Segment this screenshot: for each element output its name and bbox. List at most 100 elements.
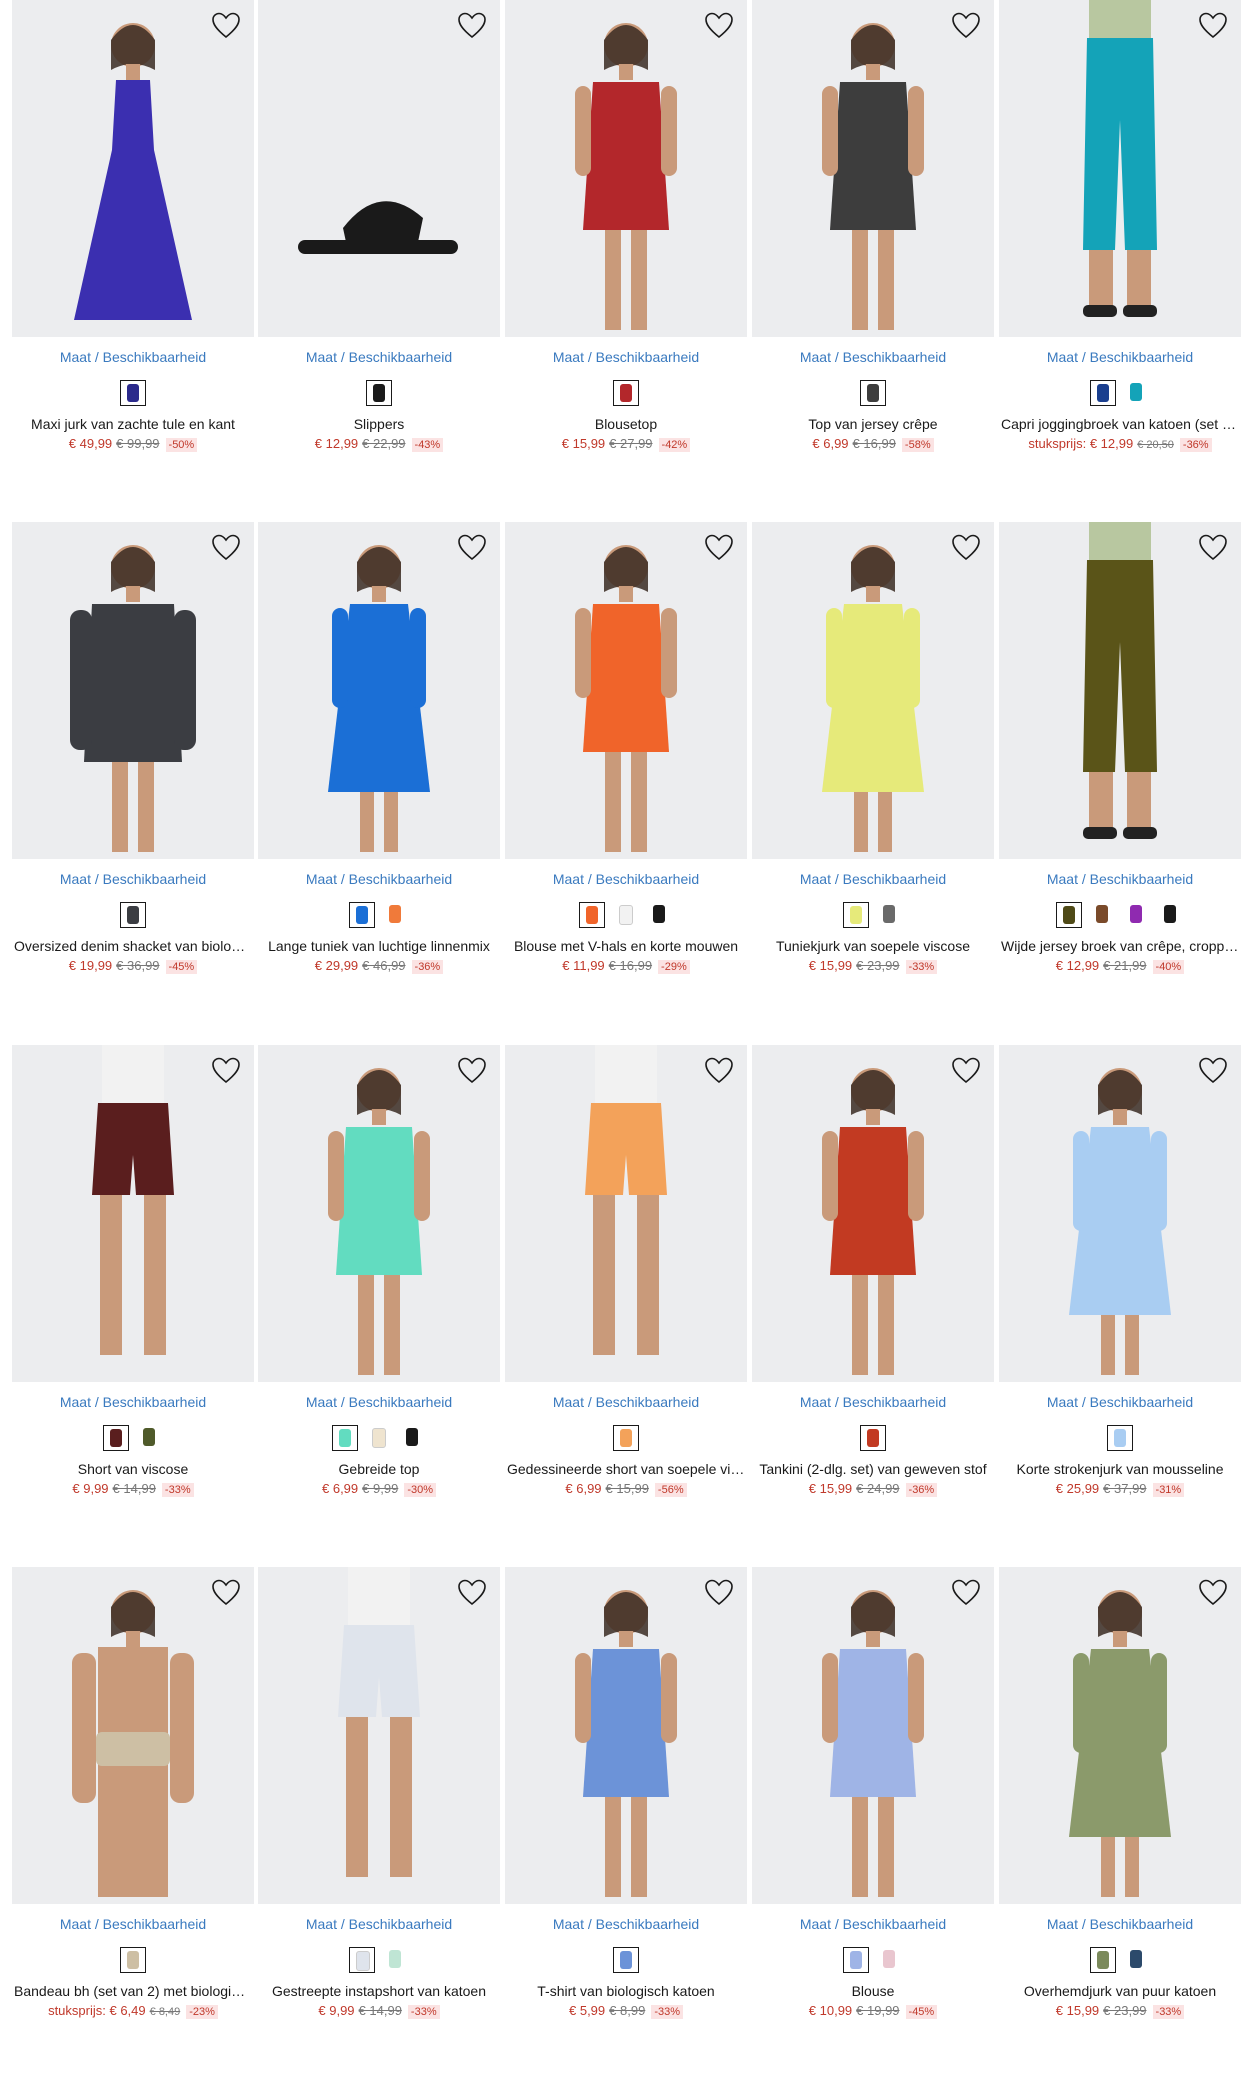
product-card[interactable]: Maat / Beschikbaarheid Blouse € 10,99 € 19,… [752,1567,994,2019]
product-card[interactable]: Maat / Beschikbaarheid T-shirt van biolog… [505,1567,747,2019]
wishlist-heart-icon[interactable] [703,532,735,562]
size-availability-link[interactable]: Maat / Beschikbaarheid [12,1916,254,1932]
product-card[interactable]: Maat / Beschikbaarheid Slippers € 12,99 € 2… [258,0,500,452]
product-image[interactable] [258,0,500,337]
color-swatch[interactable] [349,902,375,928]
product-name[interactable]: Overhemdjurk van puur katoen [999,1983,1241,2000]
color-swatch[interactable] [383,1947,409,1973]
product-card[interactable]: Maat / Beschikbaarheid Maxi jurk van zach… [12,0,254,452]
product-image[interactable] [505,522,747,859]
product-name[interactable]: Blouse [752,1983,994,2000]
color-swatch[interactable] [1124,380,1150,406]
size-availability-link[interactable]: Maat / Beschikbaarheid [752,871,994,887]
product-card[interactable]: Maat / Beschikbaarheid Bandeau bh (set va… [12,1567,254,2020]
color-swatch[interactable] [1124,902,1150,928]
color-swatch[interactable] [877,1947,903,1973]
size-availability-link[interactable]: Maat / Beschikbaarheid [12,871,254,887]
color-swatch[interactable] [1090,1947,1116,1973]
product-name[interactable]: Lange tuniek van luchtige linnenmix [258,938,500,955]
wishlist-heart-icon[interactable] [1197,532,1229,562]
color-swatch[interactable] [383,902,409,928]
color-swatch[interactable] [877,902,903,928]
product-image[interactable] [258,1567,500,1904]
wishlist-heart-icon[interactable] [950,1577,982,1607]
color-swatch[interactable] [349,1947,375,1973]
product-name[interactable]: Gedessineerde short van soepele viscose [505,1461,747,1478]
product-name[interactable]: Wijde jersey broek van crêpe, cropped [999,938,1241,955]
product-image[interactable] [752,0,994,337]
size-availability-link[interactable]: Maat / Beschikbaarheid [752,1916,994,1932]
wishlist-heart-icon[interactable] [1197,1055,1229,1085]
color-swatch[interactable] [843,902,869,928]
product-card[interactable]: Maat / Beschikbaarheid Lange tuniek van l… [258,522,500,974]
wishlist-heart-icon[interactable] [456,10,488,40]
product-image[interactable] [999,1567,1241,1904]
color-swatch[interactable] [860,380,886,406]
product-image[interactable] [258,522,500,859]
color-swatch[interactable] [1090,902,1116,928]
product-image[interactable] [505,0,747,337]
product-name[interactable]: Gebreide top [258,1461,500,1478]
size-availability-link[interactable]: Maat / Beschikbaarheid [999,349,1241,365]
color-swatch[interactable] [103,1425,129,1451]
color-swatch[interactable] [120,380,146,406]
color-swatch[interactable] [613,902,639,928]
color-swatch[interactable] [1090,380,1116,406]
wishlist-heart-icon[interactable] [456,1055,488,1085]
product-image[interactable] [12,1567,254,1904]
product-card[interactable]: Maat / Beschikbaarheid Gedessineerde shor… [505,1045,747,1497]
color-swatch[interactable] [400,1425,426,1451]
product-name[interactable]: Slippers [258,416,500,433]
product-image[interactable] [12,0,254,337]
product-name[interactable]: T-shirt van biologisch katoen [505,1983,747,2000]
product-card[interactable]: Maat / Beschikbaarheid Tuniekjurk van soe… [752,522,994,974]
product-card[interactable]: Maat / Beschikbaarheid Korte strokenjurk … [999,1045,1241,1497]
color-swatch[interactable] [1107,1425,1133,1451]
wishlist-heart-icon[interactable] [950,1055,982,1085]
color-swatch[interactable] [613,1947,639,1973]
product-image[interactable] [505,1045,747,1382]
color-swatch[interactable] [613,1425,639,1451]
product-name[interactable]: Oversized denim shacket van biologisch k… [12,938,254,955]
product-image[interactable] [999,0,1241,337]
wishlist-heart-icon[interactable] [210,532,242,562]
product-name[interactable]: Blouse met V-hals en korte mouwen [505,938,747,955]
size-availability-link[interactable]: Maat / Beschikbaarheid [505,1916,747,1932]
size-availability-link[interactable]: Maat / Beschikbaarheid [999,1916,1241,1932]
size-availability-link[interactable]: Maat / Beschikbaarheid [752,1394,994,1410]
wishlist-heart-icon[interactable] [210,1055,242,1085]
color-swatch[interactable] [843,1947,869,1973]
color-swatch[interactable] [137,1425,163,1451]
size-availability-link[interactable]: Maat / Beschikbaarheid [505,871,747,887]
color-swatch[interactable] [1124,1947,1150,1973]
size-availability-link[interactable]: Maat / Beschikbaarheid [258,349,500,365]
product-image[interactable] [258,1045,500,1382]
color-swatch[interactable] [860,1425,886,1451]
size-availability-link[interactable]: Maat / Beschikbaarheid [258,871,500,887]
product-name[interactable]: Gestreepte instapshort van katoen [258,1983,500,2000]
wishlist-heart-icon[interactable] [950,10,982,40]
product-card[interactable]: Maat / Beschikbaarheid Gebreide top € 6,99… [258,1045,500,1497]
product-card[interactable]: Maat / Beschikbaarheid Gestreepte instaps… [258,1567,500,2019]
color-swatch[interactable] [366,380,392,406]
wishlist-heart-icon[interactable] [456,1577,488,1607]
color-swatch[interactable] [120,1947,146,1973]
color-swatch[interactable] [332,1425,358,1451]
size-availability-link[interactable]: Maat / Beschikbaarheid [752,349,994,365]
wishlist-heart-icon[interactable] [1197,10,1229,40]
size-availability-link[interactable]: Maat / Beschikbaarheid [999,1394,1241,1410]
color-swatch[interactable] [366,1425,392,1451]
product-card[interactable]: Maat / Beschikbaarheid Tankini (2-dlg. se… [752,1045,994,1497]
product-name[interactable]: Bandeau bh (set van 2) met biologisch ka… [12,1983,254,2000]
product-name[interactable]: Maxi jurk van zachte tule en kant [12,416,254,433]
product-card[interactable]: Maat / Beschikbaarheid Overhemdjurk van p… [999,1567,1241,2019]
color-swatch[interactable] [120,902,146,928]
size-availability-link[interactable]: Maat / Beschikbaarheid [505,1394,747,1410]
wishlist-heart-icon[interactable] [950,532,982,562]
product-card[interactable]: Maat / Beschikbaarheid Oversized denim sh… [12,522,254,974]
wishlist-heart-icon[interactable] [210,1577,242,1607]
product-name[interactable]: Top van jersey crêpe [752,416,994,433]
wishlist-heart-icon[interactable] [456,532,488,562]
product-card[interactable]: Maat / Beschikbaarheid Wijde jersey broek… [999,522,1241,974]
product-name[interactable]: Short van viscose [12,1461,254,1478]
